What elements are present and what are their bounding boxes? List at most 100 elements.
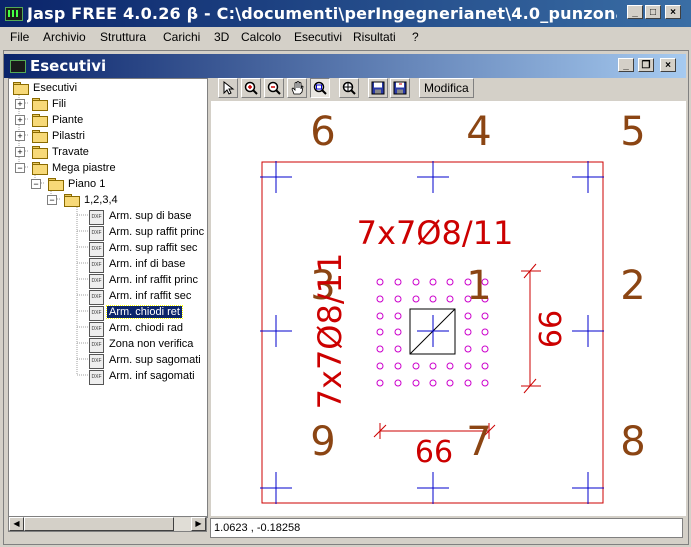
tree-item-label: 1,2,3,4 xyxy=(84,194,118,206)
dxf-file-icon: DXF xyxy=(89,242,104,257)
column-number-label: 4 xyxy=(466,109,491,155)
tree-item-piano[interactable]: − Piano 1 xyxy=(31,177,191,193)
zoom-window-button[interactable] xyxy=(310,78,330,98)
menu-help[interactable]: ? xyxy=(412,30,419,44)
save-as-button[interactable] xyxy=(390,78,410,98)
tree-item-pilastri[interactable]: + Pilastri xyxy=(15,129,195,145)
open-folder-icon xyxy=(64,194,80,207)
pointer-icon xyxy=(223,81,235,95)
collapse-icon[interactable]: − xyxy=(15,163,25,173)
tree-item-travate[interactable]: + Travate xyxy=(15,145,195,161)
menu-carichi[interactable]: Carichi xyxy=(163,30,200,44)
dimension-label-horizontal: 66 xyxy=(415,435,453,470)
column-number-label: 7 xyxy=(466,419,491,465)
dxf-file-icon: DXF xyxy=(89,322,104,337)
expand-icon[interactable]: + xyxy=(15,99,25,109)
folder-icon xyxy=(32,130,48,143)
tree-item-label: Travate xyxy=(52,146,89,158)
tree-file-label: Arm. chiodi rad xyxy=(109,322,183,334)
menu-risultati[interactable]: Risultati xyxy=(353,30,396,44)
tree-item-group[interactable]: − 1,2,3,4 xyxy=(47,193,197,209)
scroll-right-button[interactable]: ▶ xyxy=(191,517,206,531)
tree-item-piante[interactable]: + Piante xyxy=(15,113,195,129)
column-number-label: 1 xyxy=(466,263,491,309)
coordinates-status: 1.0623 , -0.18258 xyxy=(210,518,683,538)
tree-file-label: Arm. inf sagomati xyxy=(109,370,195,382)
child-window-title: Esecutivi xyxy=(30,57,107,75)
menu-file[interactable]: File xyxy=(10,30,29,44)
dxf-file-icon: DXF xyxy=(89,306,104,321)
modifica-button[interactable]: Modifica xyxy=(419,78,474,98)
tree-file-label: Arm. sup di base xyxy=(109,210,192,222)
scroll-left-button[interactable]: ◀ xyxy=(9,517,24,531)
expand-icon[interactable]: + xyxy=(15,147,25,157)
pan-button[interactable] xyxy=(287,78,307,98)
tree-file-label: Arm. inf raffit sec xyxy=(109,290,192,302)
close-button[interactable]: × xyxy=(665,5,681,19)
child-close-button[interactable]: × xyxy=(660,58,676,72)
menu-calcolo[interactable]: Calcolo xyxy=(241,30,281,44)
zoom-extents-button[interactable] xyxy=(339,78,359,98)
folder-icon xyxy=(32,98,48,111)
menu-struttura[interactable]: Struttura xyxy=(100,30,146,44)
dxf-file-icon: DXF xyxy=(89,338,104,353)
zoom-out-icon xyxy=(267,81,281,95)
open-folder-icon xyxy=(48,178,64,191)
dxf-file-icon: DXF xyxy=(89,354,104,369)
tree-file-label: Arm. sup raffit princ xyxy=(109,226,205,238)
tree-view[interactable]: Esecutivi + Fili + Piante + Pilastri + T… xyxy=(8,78,208,518)
dxf-file-icon: DXF xyxy=(89,290,104,305)
collapse-icon[interactable]: − xyxy=(31,179,41,189)
child-minimize-button[interactable]: _ xyxy=(618,58,634,72)
main-title-bar: Jasp FREE 4.0.26 β - C:\documenti\perIng… xyxy=(0,0,691,27)
child-title-bar: Esecutivi _ ❐ × xyxy=(4,54,686,78)
dxf-file-icon: DXF xyxy=(89,226,104,241)
drawing-toolbar: Modifica xyxy=(212,78,685,100)
child-app-icon[interactable] xyxy=(10,60,26,73)
central-column xyxy=(409,308,456,355)
tree-item-label: Piante xyxy=(52,114,84,126)
dxf-file-icon: DXF xyxy=(89,210,104,225)
menu-bar: File Archivio Struttura Carichi 3D Calco… xyxy=(0,27,691,47)
pointer-tool-button[interactable] xyxy=(218,78,238,98)
menu-archivio[interactable]: Archivio xyxy=(43,30,86,44)
rebar-label-vertical: 7x7Ø8/11 xyxy=(311,253,349,410)
app-icon[interactable] xyxy=(5,7,23,21)
tree-file-label: Arm. sup sagomati xyxy=(109,354,201,366)
tree-horizontal-scrollbar[interactable]: ◀ ▶ xyxy=(8,516,207,532)
tree-item-fili[interactable]: + Fili xyxy=(15,97,195,113)
column-number-label: 5 xyxy=(620,109,645,155)
collapse-icon[interactable]: − xyxy=(47,195,57,205)
folder-icon xyxy=(32,114,48,127)
window-title: Jasp FREE 4.0.26 β - C:\documenti\perIng… xyxy=(27,4,617,23)
save-button[interactable] xyxy=(368,78,388,98)
expand-icon[interactable]: + xyxy=(15,131,25,141)
column-number-label: 6 xyxy=(310,109,335,155)
zoom-out-button[interactable] xyxy=(264,78,284,98)
menu-3d[interactable]: 3D xyxy=(214,30,229,44)
tree-item-mega-piastre[interactable]: − Mega piastre xyxy=(15,161,195,177)
dxf-file-icon: DXF xyxy=(89,370,104,385)
zoom-extents-icon xyxy=(342,81,356,95)
zoom-window-icon xyxy=(313,81,327,95)
drawing-svg: 6 4 5 3 1 2 9 7 8 7x7Ø8/11 7x7Ø8/11 66 6… xyxy=(260,109,646,504)
column-number-label: 2 xyxy=(620,263,645,309)
scroll-thumb[interactable] xyxy=(24,517,174,531)
dimension-label-vertical: 66 xyxy=(534,310,569,348)
tree-item-label: Pilastri xyxy=(52,130,86,142)
tree-file-label: Arm. inf di base xyxy=(109,258,186,270)
zoom-in-icon xyxy=(244,81,258,95)
minimize-button[interactable]: _ xyxy=(627,5,643,19)
pan-hand-icon xyxy=(291,81,304,95)
rebar-label-horizontal: 7x7Ø8/11 xyxy=(357,214,514,252)
menu-esecutivi[interactable]: Esecutivi xyxy=(294,30,342,44)
folder-icon xyxy=(32,146,48,159)
save-as-icon xyxy=(393,81,407,95)
child-restore-button[interactable]: ❐ xyxy=(638,58,654,72)
tree-item-label: Fili xyxy=(52,98,67,110)
zoom-in-button[interactable] xyxy=(241,78,261,98)
drawing-canvas[interactable]: 6 4 5 3 1 2 9 7 8 7x7Ø8/11 7x7Ø8/11 66 6… xyxy=(211,101,686,516)
maximize-button[interactable]: □ xyxy=(645,5,661,19)
tree-file-label: Arm. sup raffit sec xyxy=(109,242,198,254)
expand-icon[interactable]: + xyxy=(15,115,25,125)
